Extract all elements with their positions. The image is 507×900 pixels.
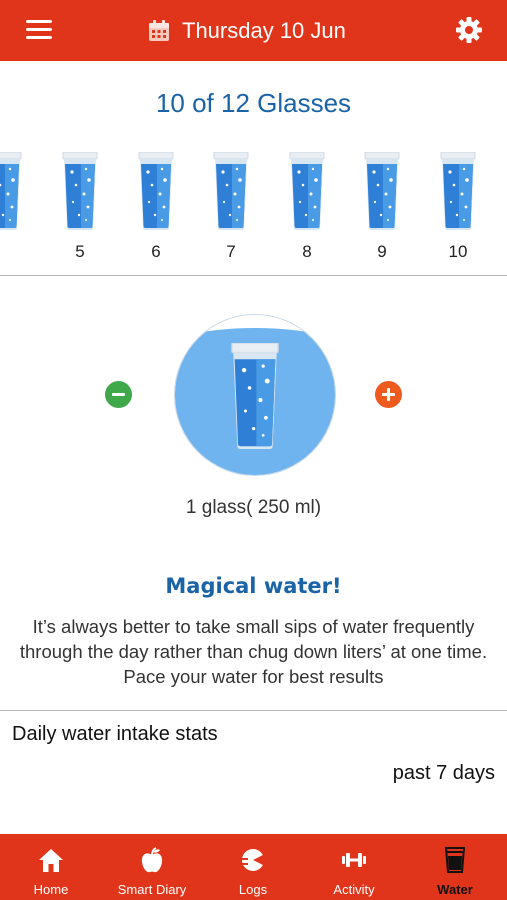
- plus-icon[interactable]: [375, 381, 402, 408]
- glass-number: 6: [151, 242, 161, 261]
- glass-number: 8: [302, 242, 312, 261]
- selected-glass-circle: [174, 314, 336, 476]
- menu-icon[interactable]: [26, 19, 52, 41]
- divider: [0, 710, 507, 711]
- glass-number: 10: [448, 242, 468, 261]
- tip-body: It’s always better to take small sips of…: [19, 616, 488, 687]
- nav-item-logs[interactable]: Logs: [203, 834, 303, 900]
- nav-item-smart-diary[interactable]: Smart Diary: [102, 834, 202, 900]
- glass-icon[interactable]: [138, 152, 174, 230]
- nav-label: Water: [437, 882, 473, 897]
- glass-icon[interactable]: [440, 152, 476, 230]
- app-header: Thursday 10 Jun: [0, 0, 507, 61]
- nav-item-water[interactable]: Water: [405, 834, 505, 900]
- bottom-nav: Home Smart Diary Logs Activity Water: [0, 834, 507, 900]
- glass-icon[interactable]: [0, 152, 22, 230]
- water-glass-icon: [444, 847, 466, 873]
- dumbbell-icon: [342, 853, 366, 867]
- glass-number: 7: [226, 242, 236, 261]
- date-selector[interactable]: Thursday 10 Jun: [148, 15, 346, 47]
- home-icon: [39, 849, 63, 872]
- nav-label: Smart Diary: [117, 882, 187, 897]
- gear-icon[interactable]: [455, 16, 483, 44]
- glass-icon[interactable]: [62, 152, 98, 230]
- tip-title: Magical water!: [165, 574, 342, 598]
- nav-item-activity[interactable]: Activity: [304, 834, 404, 900]
- logs-icon: [241, 849, 265, 871]
- apple-icon: [141, 847, 163, 873]
- stats-title: Daily water intake stats: [12, 723, 218, 745]
- minus-icon[interactable]: [105, 381, 132, 408]
- nav-label: Logs: [238, 882, 268, 897]
- glasses-progress-title: 10 of 12 Glasses: [155, 88, 352, 118]
- glass-icon[interactable]: [364, 152, 400, 230]
- glass-number: 9: [377, 242, 387, 261]
- current-date: Thursday 10 Jun: [182, 18, 346, 43]
- glass-icon[interactable]: [213, 152, 249, 230]
- glass-strip[interactable]: 5 6 7 8 9 10: [0, 152, 507, 270]
- stats-range-selector[interactable]: past 7 days: [393, 762, 495, 785]
- nav-label: Activity: [333, 882, 375, 897]
- calendar-icon: [149, 20, 169, 41]
- nav-label: Home: [33, 882, 69, 897]
- glass-number: 5: [75, 242, 85, 261]
- divider: [0, 275, 507, 276]
- nav-item-home[interactable]: Home: [1, 834, 101, 900]
- glass-icon[interactable]: [289, 152, 325, 230]
- glass-size-label: 1 glass( 250 ml): [185, 497, 322, 518]
